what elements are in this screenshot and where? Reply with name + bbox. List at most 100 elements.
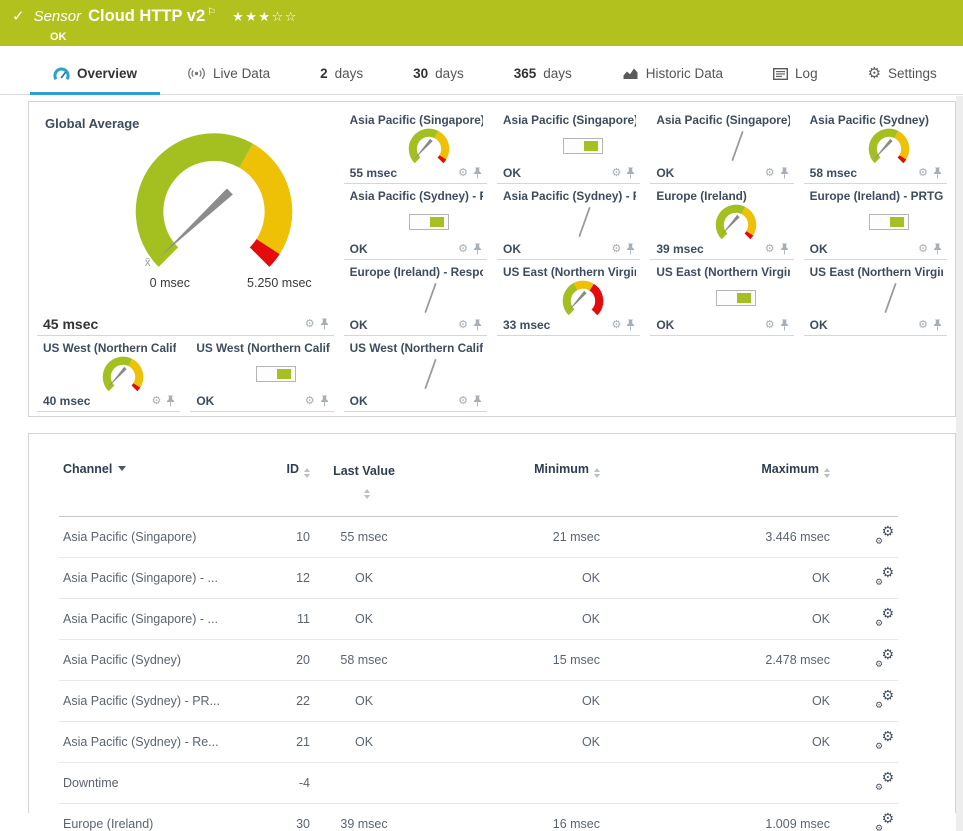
channel-settings-icon[interactable] — [875, 732, 894, 749]
table-row-asia-pacific-sydney-pr: Asia Pacific (Sydney) - PR... 22 OK OK O… — [59, 679, 898, 721]
column-label: Channel — [63, 462, 113, 476]
channel-tile-us-east-northern-virginia[interactable]: US East (Northern Virginia) 33 msec — [496, 260, 641, 336]
pin-icon[interactable] — [933, 243, 942, 255]
gauge-indicator — [869, 128, 910, 163]
cell-channel[interactable]: Asia Pacific (Singapore) - ... — [59, 597, 249, 639]
gear-icon[interactable] — [458, 168, 468, 179]
channel-indicator — [650, 273, 793, 323]
channel-settings-icon[interactable] — [875, 650, 894, 667]
cell-id: 22 — [249, 679, 314, 721]
column-header-id[interactable]: ID — [249, 450, 314, 517]
tab-live-data[interactable]: Live Data — [162, 66, 295, 94]
channel-settings-icon[interactable] — [875, 773, 894, 790]
needle-indicator — [731, 131, 744, 161]
channel-settings-icon[interactable] — [875, 568, 894, 585]
channel-tile-asia-pacific-singapore[interactable]: Asia Pacific (Singapore) 55 msec — [343, 108, 487, 184]
column-header-last-value[interactable]: Last Value — [314, 450, 414, 517]
pin-icon[interactable] — [626, 319, 635, 331]
cell-last-value: 58 msec — [314, 638, 414, 680]
cell-channel[interactable]: Asia Pacific (Singapore) — [59, 515, 249, 557]
cell-channel[interactable]: Europe (Ireland) — [59, 802, 249, 831]
tab-historic-data[interactable]: Historic Data — [597, 66, 748, 94]
gear-icon[interactable] — [918, 168, 928, 179]
pin-icon[interactable] — [473, 395, 482, 407]
channel-tile-us-east-northern-virginia[interactable]: US East (Northern Virginia) - ... OK — [650, 260, 794, 336]
tab-365-days[interactable]: 365 days — [489, 66, 597, 94]
cell-channel[interactable]: Asia Pacific (Sydney) - Re... — [59, 720, 249, 762]
pin-icon[interactable] — [166, 395, 175, 407]
table-row-asia-pacific-singapore: Asia Pacific (Singapore) - ... 11 OK OK … — [59, 597, 898, 639]
cell-id: 10 — [249, 515, 314, 557]
gear-icon[interactable] — [611, 168, 621, 179]
tab-log[interactable]: Log — [748, 66, 843, 94]
column-label: Maximum — [761, 462, 819, 476]
overview-panel: Global Average x̄ 0 msec 5.250 msec 45 m… — [28, 101, 956, 417]
channel-settings-icon[interactable] — [875, 609, 894, 626]
pin-icon[interactable] — [780, 243, 789, 255]
column-header-channel[interactable]: Channel — [59, 450, 249, 517]
channel-tile-asia-pacific-sydney-prtg[interactable]: Asia Pacific (Sydney) - PRTG ... OK — [343, 184, 487, 260]
channel-tile-value: OK — [502, 166, 521, 180]
pin-icon[interactable] — [780, 319, 789, 331]
cell-channel[interactable]: Asia Pacific (Sydney) - PR... — [59, 679, 249, 721]
column-header-maximum[interactable]: Maximum — [604, 450, 834, 517]
column-header-minimum[interactable]: Minimum — [414, 450, 604, 517]
cell-last-value — [314, 761, 414, 803]
gear-icon[interactable] — [458, 244, 468, 255]
priority-stars[interactable]: ★★★☆☆ — [232, 9, 298, 25]
channel-settings-icon[interactable] — [875, 527, 894, 544]
pin-icon[interactable] — [473, 319, 482, 331]
gear-icon[interactable] — [611, 244, 621, 255]
channel-tile-asia-pacific-singapore-pr[interactable]: Asia Pacific (Singapore) - PR... OK — [496, 108, 641, 184]
gear-icon[interactable] — [151, 396, 161, 407]
channel-tile-us-west-northern-california[interactable]: US West (Northern California)... OK — [343, 336, 487, 412]
gear-icon[interactable] — [765, 320, 775, 331]
channel-tile-us-west-northern-california[interactable]: US West (Northern California)... OK — [190, 336, 334, 412]
pin-icon[interactable] — [933, 319, 942, 331]
gauge-indicator — [409, 128, 450, 163]
pin-icon[interactable] — [320, 318, 329, 330]
gear-icon[interactable] — [918, 244, 928, 255]
channel-tile-asia-pacific-singapore-res[interactable]: Asia Pacific (Singapore) - Res... OK — [650, 108, 794, 184]
tab-30-days[interactable]: 30 days — [388, 66, 489, 94]
gear-icon[interactable] — [611, 320, 621, 331]
gear-icon[interactable] — [458, 320, 468, 331]
channel-settings-icon[interactable] — [875, 814, 894, 831]
tab-settings[interactable]: Settings — [843, 66, 962, 94]
global-average-tile[interactable]: Global Average x̄ 0 msec 5.250 msec 45 m… — [37, 108, 334, 336]
channel-tile-us-west-northern-california[interactable]: US West (Northern California) 40 msec — [37, 336, 181, 412]
pin-icon[interactable] — [473, 167, 482, 179]
pin-icon[interactable] — [626, 243, 635, 255]
tab-overview[interactable]: Overview — [28, 66, 162, 95]
gear-icon[interactable] — [918, 320, 928, 331]
pin-icon[interactable] — [780, 167, 789, 179]
gear-icon[interactable] — [765, 244, 775, 255]
sensor-header: ✓ Sensor Cloud HTTP v2 ⚐ ★★★☆☆ OK — [0, 0, 963, 46]
cell-id: 20 — [249, 638, 314, 680]
gear-icon[interactable] — [305, 319, 315, 330]
tab-label: Settings — [888, 66, 937, 81]
cell-channel[interactable]: Asia Pacific (Singapore) - ... — [59, 556, 249, 598]
sort-icon — [824, 468, 830, 478]
tab-label: Overview — [77, 66, 138, 81]
pin-icon[interactable] — [473, 243, 482, 255]
gear-icon[interactable] — [458, 396, 468, 407]
channel-tile-europe-ireland-prtg-cloud[interactable]: Europe (Ireland) - PRTG Cloud... OK — [803, 184, 947, 260]
channel-tile-us-east-northern-virginia[interactable]: US East (Northern Virginia) - ... OK — [803, 260, 947, 336]
channel-tile-europe-ireland[interactable]: Europe (Ireland) 39 msec — [650, 184, 794, 260]
cell-channel[interactable]: Downtime — [59, 761, 249, 803]
channel-tile-asia-pacific-sydney[interactable]: Asia Pacific (Sydney) 58 msec — [803, 108, 947, 184]
gear-icon[interactable] — [765, 168, 775, 179]
channel-tile-asia-pacific-sydney-respo[interactable]: Asia Pacific (Sydney) - Respo... OK — [496, 184, 641, 260]
tab-2-days[interactable]: 2 days — [295, 66, 388, 94]
channel-settings-icon[interactable] — [875, 691, 894, 708]
flag-icon[interactable]: ⚐ — [207, 7, 216, 18]
channel-tile-europe-ireland-response-c[interactable]: Europe (Ireland) - Response C... OK — [343, 260, 487, 336]
gear-icon[interactable] — [305, 396, 315, 407]
pin-icon[interactable] — [320, 395, 329, 407]
cell-channel[interactable]: Asia Pacific (Sydney) — [59, 638, 249, 680]
pin-icon[interactable] — [933, 167, 942, 179]
pin-icon[interactable] — [626, 167, 635, 179]
channel-tile-value: 33 msec — [502, 318, 551, 332]
column-header-actions — [834, 450, 898, 517]
